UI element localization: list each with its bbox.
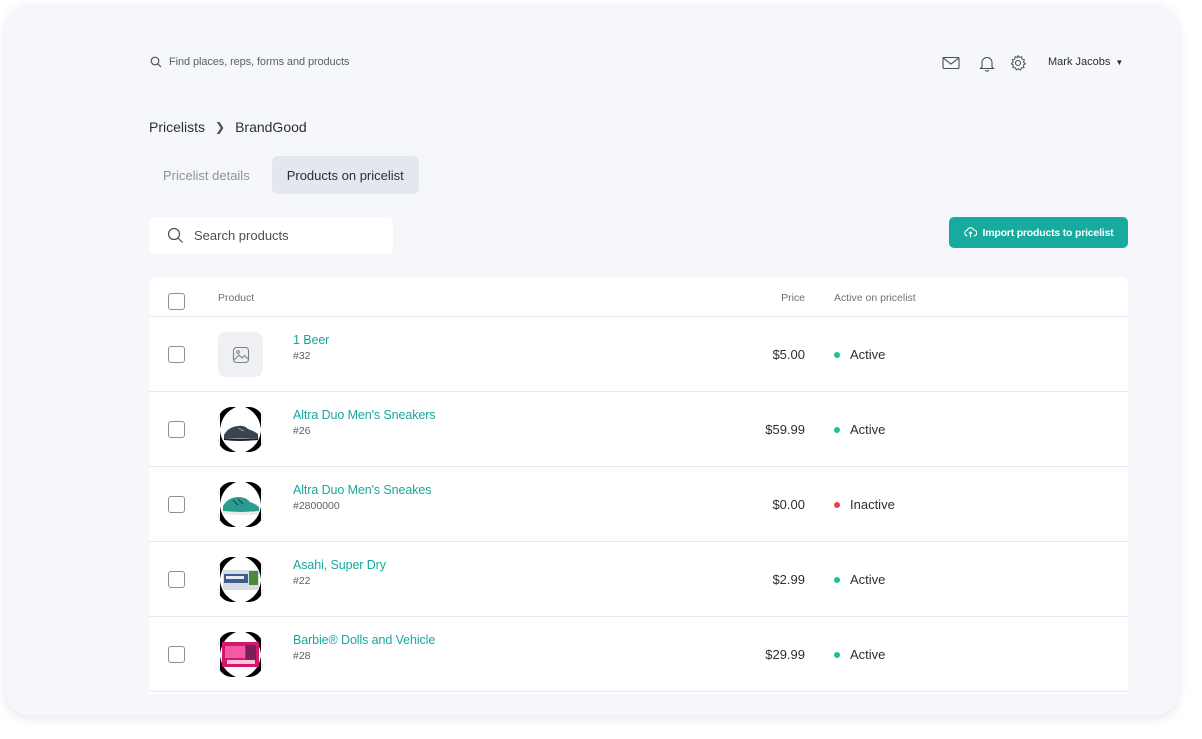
- status-label: Active: [850, 647, 886, 662]
- beer-pack-photo: [218, 557, 263, 602]
- user-menu[interactable]: Mark Jacobs ▼: [1048, 56, 1123, 68]
- status-badge: Active: [834, 572, 885, 587]
- product-sku: #28: [293, 650, 311, 662]
- search-icon: [150, 56, 162, 68]
- select-all-checkbox[interactable]: [168, 293, 185, 310]
- global-search[interactable]: Find places, reps, forms and products: [150, 56, 349, 68]
- column-header-active: Active on pricelist: [834, 292, 916, 304]
- tab-pricelist-details[interactable]: Pricelist details: [149, 156, 264, 194]
- gear-icon[interactable]: [1007, 53, 1029, 73]
- product-price: $2.99: [772, 572, 805, 587]
- status-dot: [834, 651, 840, 658]
- search-icon: [167, 227, 183, 243]
- status-badge: Active: [834, 647, 885, 662]
- table-row[interactable]: Altra Duo Men's Sneakes #2800000 $0.00 I…: [149, 467, 1128, 542]
- table-row[interactable]: Barbie® Dolls and Vehicle #28 $29.99 Act…: [149, 617, 1128, 692]
- table-row[interactable]: Altra Duo Men's Sneakers #26 $59.99 Acti…: [149, 392, 1128, 467]
- status-dot: [834, 576, 840, 583]
- row-checkbox[interactable]: [168, 421, 185, 438]
- sneaker-photo: [218, 407, 263, 452]
- row-checkbox[interactable]: [168, 571, 185, 588]
- row-checkbox[interactable]: [168, 346, 185, 363]
- status-badge: Active: [834, 422, 885, 437]
- bell-icon[interactable]: [976, 53, 998, 73]
- sneaker-photo: [218, 482, 263, 527]
- placeholder-image-icon: [218, 332, 263, 377]
- cloud-upload-icon: [963, 227, 977, 238]
- product-name-link[interactable]: Altra Duo Men's Sneakes: [293, 483, 431, 497]
- status-label: Active: [850, 572, 886, 587]
- search-products-input[interactable]: [194, 228, 384, 243]
- product-sku: #22: [293, 575, 311, 587]
- status-dot: [834, 426, 840, 433]
- status-label: Active: [850, 422, 886, 437]
- product-price: $59.99: [765, 422, 805, 437]
- mail-icon[interactable]: [940, 53, 962, 73]
- caret-down-icon: ▼: [1115, 57, 1124, 67]
- product-price: $0.00: [772, 497, 805, 512]
- table-row[interactable]: 1 Beer #32 $5.00 Active: [149, 317, 1128, 392]
- product-name-link[interactable]: Asahi, Super Dry: [293, 558, 386, 572]
- products-table: Product Price Active on pricelist 1 Beer…: [149, 277, 1128, 694]
- user-name: Mark Jacobs: [1048, 56, 1111, 68]
- table-row[interactable]: Asahi, Super Dry #22 $2.99 Active: [149, 542, 1128, 617]
- product-sku: #32: [293, 350, 311, 362]
- product-name-link[interactable]: 1 Beer: [293, 333, 329, 347]
- import-products-button[interactable]: Import products to pricelist: [949, 217, 1128, 248]
- product-price: $5.00: [772, 347, 805, 362]
- table-header: Product Price Active on pricelist: [149, 277, 1128, 317]
- column-header-price: Price: [781, 292, 805, 304]
- tab-products-on-pricelist[interactable]: Products on pricelist: [271, 156, 419, 194]
- product-price: $29.99: [765, 647, 805, 662]
- global-search-placeholder: Find places, reps, forms and products: [169, 56, 350, 68]
- row-checkbox[interactable]: [168, 496, 185, 513]
- breadcrumb-root[interactable]: Pricelists: [149, 119, 205, 135]
- status-badge: Inactive: [834, 497, 895, 512]
- status-dot: [834, 351, 840, 358]
- column-header-product: Product: [218, 292, 255, 304]
- import-button-label: Import products to pricelist: [982, 226, 1114, 239]
- status-label: Active: [850, 347, 886, 362]
- row-checkbox[interactable]: [168, 646, 185, 663]
- toy-box-photo: [218, 632, 263, 677]
- status-badge: Active: [834, 347, 885, 362]
- tabs: Pricelist details Products on pricelist: [149, 156, 419, 194]
- product-name-link[interactable]: Barbie® Dolls and Vehicle: [293, 633, 435, 647]
- product-name-link[interactable]: Altra Duo Men's Sneakers: [293, 408, 436, 422]
- product-search: [149, 217, 393, 254]
- product-sku: #26: [293, 425, 311, 437]
- breadcrumb-current: BrandGood: [235, 119, 307, 135]
- chevron-right-icon: ❯: [215, 120, 226, 134]
- status-dot: [834, 501, 840, 508]
- breadcrumb: Pricelists ❯ BrandGood: [149, 119, 307, 135]
- status-label: Inactive: [850, 497, 895, 512]
- product-sku: #2800000: [293, 500, 340, 512]
